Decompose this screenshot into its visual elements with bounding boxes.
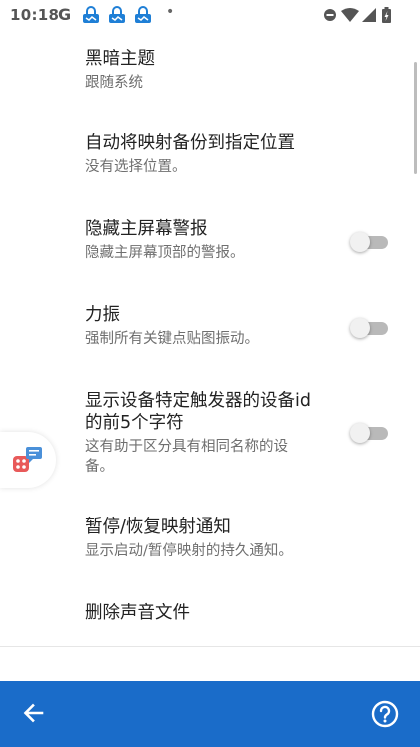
hide-home-alerts-switch[interactable]	[350, 230, 390, 254]
setting-dark-theme[interactable]: 黑暗主题 跟随系统	[0, 38, 420, 108]
lock-notification-icon	[109, 6, 125, 23]
setting-summary-line1: 这有助于区分具有相同名称的设	[85, 439, 288, 455]
switch-thumb	[350, 423, 370, 443]
help-circle-icon[interactable]	[370, 699, 400, 729]
switch-thumb	[350, 318, 370, 338]
setting-title-line2: 的前5个字符	[85, 413, 184, 433]
floating-widget[interactable]	[0, 432, 56, 488]
wifi-icon	[341, 8, 359, 22]
setting-title: 自动将映射备份到指定位置	[85, 133, 295, 153]
status-bar: 10:18 G •	[0, 0, 420, 30]
signal-icon	[362, 8, 376, 22]
arrow-back-icon[interactable]	[18, 698, 48, 728]
google-icon: G	[58, 5, 72, 24]
show-device-id-switch[interactable]	[350, 421, 390, 445]
setting-title: 删除声音文件	[85, 603, 190, 623]
divider	[0, 646, 420, 647]
lock-notification-icon	[135, 6, 151, 23]
setting-summary: 跟随系统	[85, 75, 143, 91]
setting-title-line1: 显示设备特定触发器的设备id	[85, 391, 311, 411]
setting-delete-sound-files[interactable]: 删除声音文件	[0, 590, 420, 640]
battery-charging-icon	[382, 7, 391, 23]
system-status-icons	[324, 7, 391, 23]
setting-summary: 隐藏主屏幕顶部的警报。	[85, 245, 245, 261]
settings-list[interactable]: 黑暗主题 跟随系统 自动将映射备份到指定位置 没有选择位置。 隐藏主屏幕警报 隐…	[0, 30, 420, 647]
game-controller-chat-icon	[13, 447, 42, 472]
setting-title: 力振	[85, 305, 120, 325]
setting-auto-backup-location[interactable]: 自动将映射备份到指定位置 没有选择位置。	[0, 122, 420, 192]
lock-notification-icon	[83, 6, 99, 23]
setting-summary: 没有选择位置。	[85, 159, 187, 175]
switch-thumb	[350, 232, 370, 252]
setting-force-vibrate[interactable]: 力振 强制所有关键点贴图振动。	[0, 294, 420, 364]
setting-hide-home-alerts[interactable]: 隐藏主屏幕警报 隐藏主屏幕顶部的警报。	[0, 208, 420, 278]
setting-summary: 显示启动/暂停映射的持久通知。	[85, 543, 293, 559]
setting-summary: 强制所有关键点贴图振动。	[85, 331, 259, 347]
setting-title: 暂停/恢复映射通知	[85, 517, 231, 537]
status-time: 10:18	[10, 6, 60, 24]
setting-pause-resume-notification[interactable]: 暂停/恢复映射通知 显示启动/暂停映射的持久通知。	[0, 506, 420, 576]
setting-summary-line2: 备。	[85, 459, 114, 475]
force-vibrate-switch[interactable]	[350, 316, 390, 340]
setting-title: 黑暗主题	[85, 49, 155, 69]
setting-title: 隐藏主屏幕警报	[85, 219, 208, 239]
do-not-disturb-icon	[324, 9, 336, 21]
scrollbar[interactable]	[414, 62, 417, 174]
notification-dot: •	[166, 4, 175, 20]
setting-show-device-id[interactable]: 显示设备特定触发器的设备id 的前5个字符 这有助于区分具有相同名称的设 备。	[0, 380, 420, 490]
bottom-app-bar	[0, 681, 420, 747]
